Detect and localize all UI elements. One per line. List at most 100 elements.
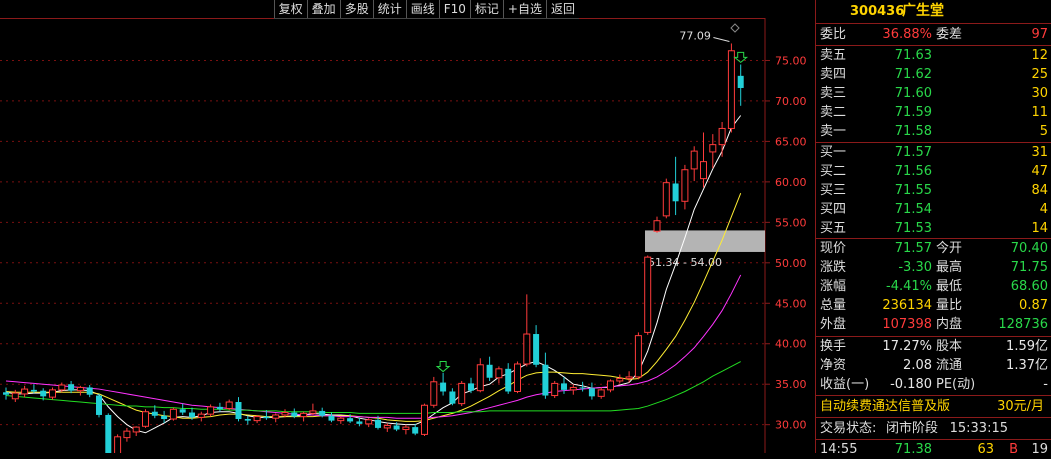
candle-body [253,416,261,422]
level-volume: 31 [1031,145,1048,160]
tick-time: 14:55 [820,442,858,457]
kline-chart[interactable]: 75.00 70.00 65.00 60.00 55.00 50.00 45.00 40.00… [0,0,815,453]
candle-body [486,364,493,378]
stat-value: -3.30 [898,260,932,275]
bid-level[interactable]: 买五 71.53 14 [816,219,1051,238]
level-label: 卖一 [820,124,847,139]
candle-body [662,182,670,217]
candle-body [291,412,298,417]
ask-level[interactable]: 卖一 71.58 5 [816,122,1051,141]
candle-body [309,410,317,414]
candle-body [68,384,75,391]
candle-body [468,383,474,391]
toolbar-button[interactable]: 返回 [545,0,579,18]
fin-row: 换手 17.27% 股本 1.59亿 [816,337,1051,356]
tick-price: 71.38 [894,442,932,457]
diamond-marker-icon [730,23,740,33]
candle-body [319,410,326,416]
level-volume: 25 [1031,67,1048,82]
promo-row[interactable]: 自动续费通达信普及版 30元/月 [816,397,1051,416]
level-label: 买四 [820,202,847,217]
fin-value: 17.27% [882,339,932,354]
toolbar-button[interactable]: 画线 [405,0,439,18]
candle-body [672,183,679,202]
toolbar-button[interactable]: F10 [438,0,470,18]
stat-value: 107398 [882,317,932,332]
stat-label: 外盘 [820,317,847,332]
price-zone-label: 51.34 - 54.00 [648,256,722,269]
candle-body [607,380,614,391]
candle-body [161,415,168,420]
fin-label: 净资 [820,358,847,373]
toolbar-button[interactable]: 多股 [339,0,373,18]
high-price-pointer [713,36,730,42]
fin-row: 收益(一) -0.180 PE(动) - [816,375,1051,394]
candle-body [505,368,512,392]
level-price: 71.62 [894,67,932,82]
toolbar-button[interactable]: 复权 [273,0,307,18]
candle-body [189,412,195,418]
fin-label: 股本 [936,339,963,354]
divider [816,417,1051,418]
level-price: 71.55 [894,183,932,198]
promo-text[interactable]: 自动续费通达信普及版 [820,397,950,416]
candle-body [76,386,84,392]
y-tick-label: 40.00 [775,338,807,351]
status-row: 交易状态: 闭市阶段 15:33:15 [816,419,1051,438]
candle-body [709,144,717,153]
candle-body [700,161,707,180]
candle-body [169,408,177,420]
fin-value: 1.59亿 [1006,339,1048,354]
stock-header: 300436 广生堂 [816,2,1051,21]
candle-body [737,75,744,88]
toolbar-button[interactable]: +自选 [502,0,546,18]
stat-label: 量比 [936,298,963,313]
level-price: 71.56 [894,164,932,179]
kline-chart-area[interactable]: 75.00 70.00 65.00 60.00 55.00 50.00 45.00 40.00… [0,0,815,453]
level-price: 71.58 [894,124,932,139]
tick-count: 19 [1031,442,1048,457]
candle-body [281,412,289,416]
y-tick-label: 75.00 [775,54,807,67]
stat-value: 236134 [882,298,932,313]
candle-body [216,406,223,410]
candle-body [412,427,419,434]
candle-body [263,416,270,419]
ask-level[interactable]: 卖二 71.59 11 [816,103,1051,122]
candle-body [272,414,280,419]
weibi-row: 委比 36.88% 委差 97 [816,25,1051,44]
y-tick-label: 70.00 [775,95,807,108]
ask-level[interactable]: 卖五 71.63 12 [816,46,1051,65]
candle-body [300,412,308,418]
level-label: 买二 [820,164,847,179]
level-volume: 12 [1031,48,1048,63]
stat-label: 涨幅 [820,279,847,294]
candle-body [449,391,456,404]
ask-level[interactable]: 卖三 71.60 30 [816,84,1051,103]
promo-price[interactable]: 30元/月 [997,397,1044,416]
bid-level[interactable]: 买二 71.56 47 [816,162,1051,181]
stat-label: 今开 [936,241,963,256]
candle-body [597,389,605,397]
candle-body [495,368,503,379]
candle-body [142,411,149,427]
candle-body [244,419,251,421]
toolbar-button[interactable]: 标记 [469,0,503,18]
stat-value: 68.60 [1010,279,1048,294]
bid-level[interactable]: 买四 71.54 4 [816,200,1051,219]
bid-level[interactable]: 买三 71.55 84 [816,181,1051,200]
candle-body [58,384,66,391]
fin-label: 流通 [936,358,963,373]
stat-value: 128736 [998,317,1048,332]
level-price: 71.54 [894,202,932,217]
level-volume: 11 [1031,105,1048,120]
toolbar-button[interactable]: 叠加 [306,0,340,18]
level-label: 卖二 [820,105,847,120]
bid-level[interactable]: 买一 71.57 31 [816,143,1051,162]
level-price: 71.59 [894,105,932,120]
level-volume: 84 [1031,183,1048,198]
candle-body [421,404,428,435]
toolbar-button[interactable]: 统计 [372,0,406,18]
candle-body [402,426,410,431]
ask-level[interactable]: 卖四 71.62 25 [816,65,1051,84]
